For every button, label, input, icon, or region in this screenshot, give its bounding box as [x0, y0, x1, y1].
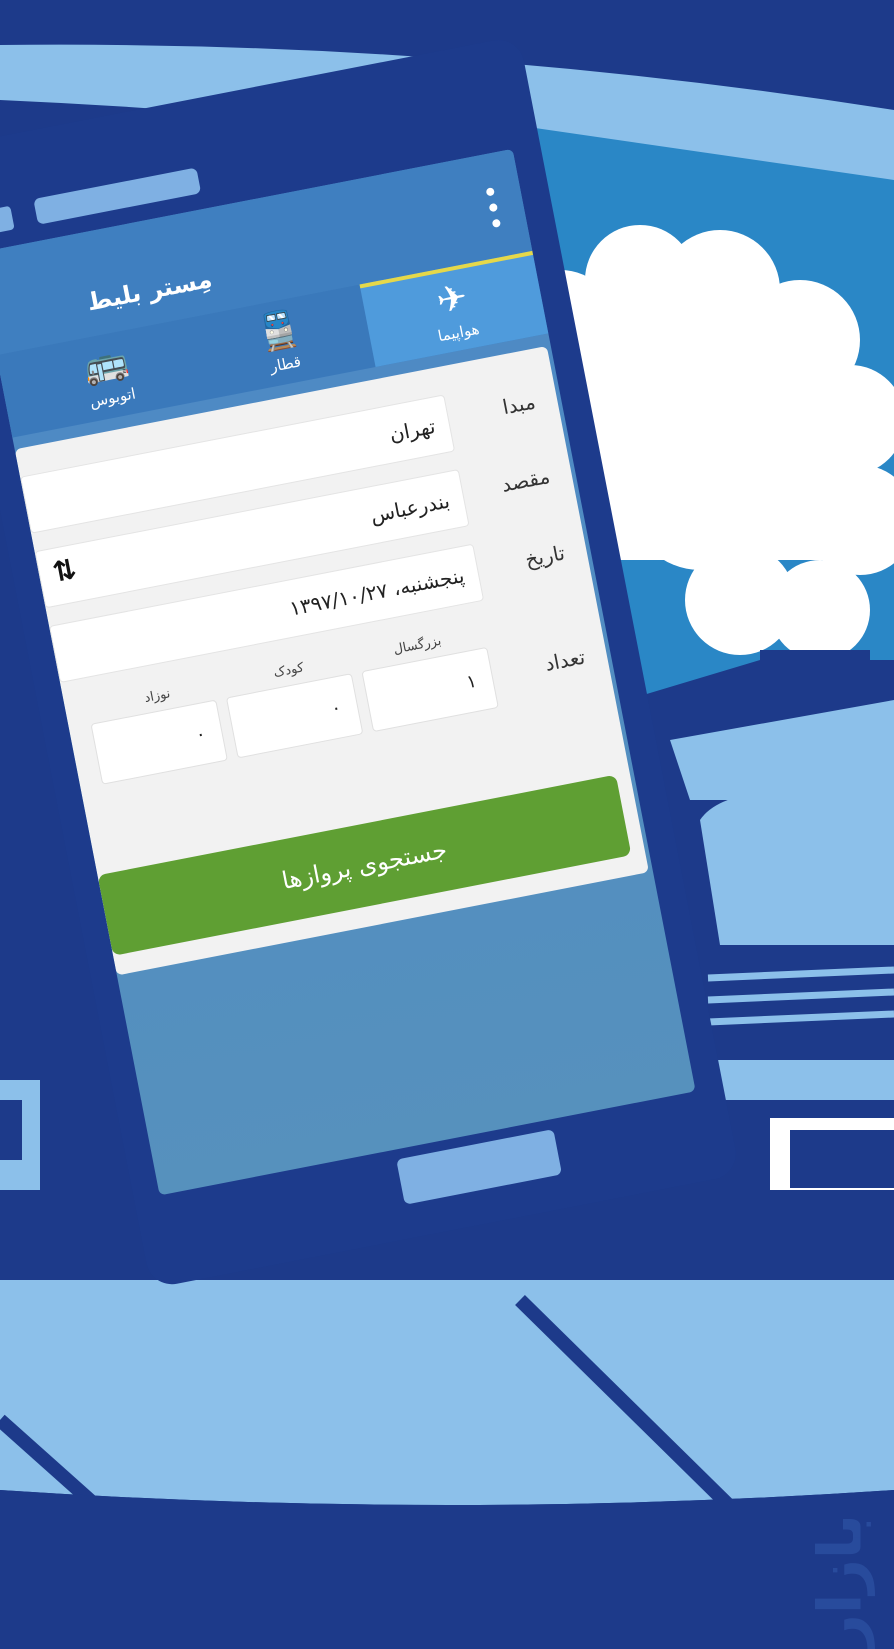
- passenger-count-label: تعداد: [542, 644, 587, 676]
- search-form: مبدا تهران مقصد بندرعباس ⇅ تاریخ پنجشنبه…: [14, 345, 649, 976]
- tab-label: قطار: [268, 352, 303, 376]
- child-label: کودک: [272, 660, 306, 681]
- infant-count-field[interactable]: ۰: [90, 699, 228, 785]
- tab-label: اتوبوس: [88, 384, 138, 411]
- destination-label: مقصد: [499, 463, 552, 497]
- adult-count-field[interactable]: ۱: [361, 646, 499, 733]
- airplane-icon: ✈: [433, 276, 471, 323]
- infant-label: نوزاد: [143, 686, 172, 706]
- origin-label: مبدا: [500, 389, 538, 420]
- date-label: تاریخ: [523, 540, 567, 572]
- search-flights-button[interactable]: جستجوی پروازها: [97, 774, 632, 956]
- cafe-bazaar-logo: بازار: [806, 1514, 876, 1649]
- child-count-field[interactable]: ۰: [225, 673, 364, 759]
- camera: [0, 205, 15, 235]
- more-vertical-icon[interactable]: [484, 187, 503, 229]
- app-title: مِستر بلیط: [84, 264, 215, 317]
- bus-icon: 🚌: [80, 340, 133, 390]
- adult-label: بزرگسال: [392, 633, 443, 658]
- train-icon: 🚆: [253, 306, 305, 356]
- tab-label: هواپیما: [436, 319, 481, 346]
